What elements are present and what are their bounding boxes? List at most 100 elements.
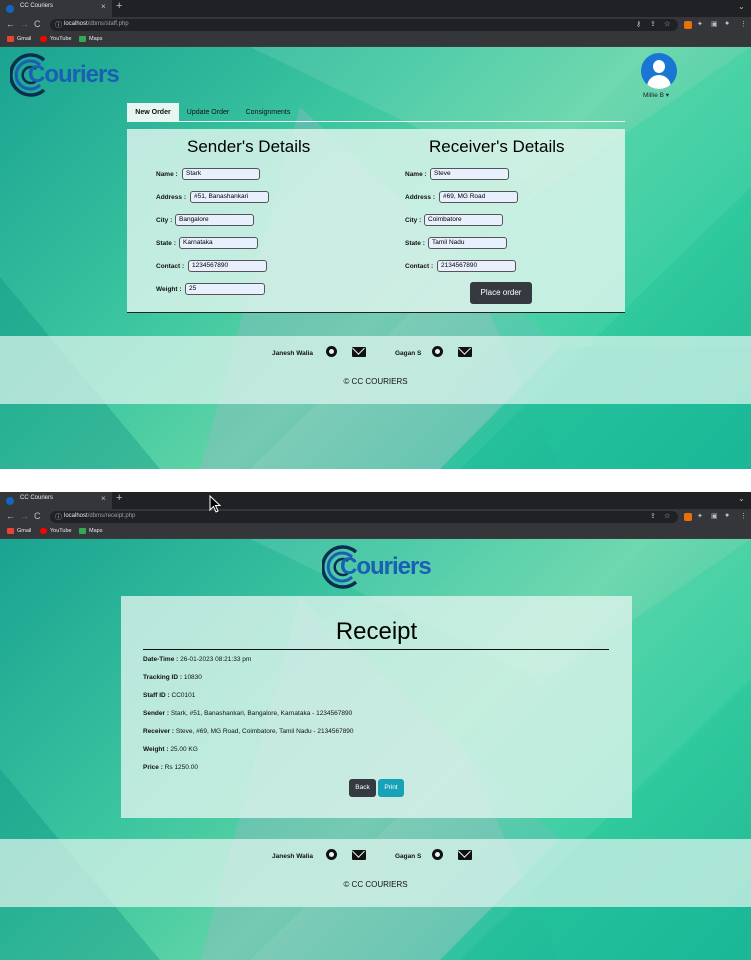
avatar-head — [653, 60, 665, 73]
row-label: Price : — [143, 764, 163, 771]
receiver-address-input[interactable]: #69, MG Road — [439, 191, 518, 203]
side-panel-icon[interactable]: ▣ — [711, 20, 718, 28]
forward-arrow-icon[interactable]: → — [20, 511, 29, 521]
reload-icon[interactable]: C — [34, 19, 41, 29]
browser-tab-strip: CC Couriers × + ⌄ — [0, 492, 751, 509]
place-order-button[interactable]: Place order — [470, 282, 532, 304]
print-button[interactable]: Print — [378, 779, 404, 797]
github-icon[interactable] — [326, 849, 337, 860]
sender-state-label: State : — [156, 240, 176, 247]
new-tab-button[interactable]: + — [116, 492, 122, 504]
close-icon[interactable]: × — [101, 494, 106, 503]
row-value: 26-01-2023 08:21:33 pm — [180, 656, 252, 663]
bookmark-label: Maps — [89, 36, 103, 42]
receiver-contact-input[interactable]: 2134567890 — [437, 260, 516, 272]
row-label: Sender : — [143, 710, 170, 717]
browser-tab[interactable]: CC Couriers × — [0, 0, 112, 17]
address-bar[interactable]: ⓘ localhost/dbms/receipt.php ⇪ ☆ — [50, 511, 678, 523]
mail-icon[interactable] — [458, 347, 472, 357]
sender-address-input[interactable]: #51, Banashankari — [190, 191, 269, 203]
staff-page-screenshot: CC Couriers × + ⌄ ← → C ⓘ localhost/dbms… — [0, 0, 751, 469]
sender-name-input[interactable]: Stark — [182, 168, 260, 180]
tab-new-order[interactable]: New Order — [127, 103, 179, 122]
star-icon[interactable]: ☆ — [664, 512, 670, 520]
sender-state-input[interactable]: Karnataka — [179, 237, 258, 249]
puzzle-icon[interactable]: ✦ — [697, 512, 703, 520]
puzzle-icon[interactable]: ✦ — [697, 20, 703, 28]
site-info-icon[interactable]: ⓘ — [55, 20, 62, 30]
back-arrow-icon[interactable]: ← — [6, 511, 15, 521]
receipt-datetime: Date-Time : 26-01-2023 08:21:33 pm — [143, 656, 251, 663]
mail-icon[interactable] — [458, 850, 472, 860]
receiver-city-input[interactable]: Coimbatore — [424, 214, 503, 226]
sender-city-input[interactable]: Bangalore — [175, 214, 254, 226]
bookmark-label: YouTube — [50, 36, 72, 42]
bookmark-maps[interactable]: Maps — [79, 528, 102, 534]
row-label: Receiver : — [143, 728, 175, 735]
extension-icon[interactable] — [684, 21, 692, 29]
sender-contact-input[interactable]: 1234567890 — [188, 260, 267, 272]
bookmark-maps[interactable]: Maps — [79, 36, 102, 42]
youtube-icon — [40, 528, 47, 534]
receipt-price: Price : Rs 1250.00 — [143, 764, 198, 771]
weight-input[interactable]: 25 — [185, 283, 265, 295]
profile-icon[interactable]: ● — [725, 20, 729, 27]
user-menu-toggle[interactable]: Millie B ▾ — [643, 91, 669, 99]
user-name: Millie B — [643, 92, 664, 99]
github-icon[interactable] — [432, 849, 443, 860]
staff-page: Couriers Millie B ▾ New Order Update Ord… — [0, 47, 751, 469]
tab-search-icon[interactable]: ⌄ — [738, 494, 745, 503]
close-icon[interactable]: × — [101, 2, 106, 11]
bookmark-label: Gmail — [17, 528, 32, 534]
github-icon[interactable] — [326, 346, 337, 357]
bookmark-youtube[interactable]: YouTube — [40, 528, 72, 534]
row-value: 25.00 KG — [170, 746, 198, 753]
row-label: Weight : — [143, 746, 169, 753]
mail-icon[interactable] — [352, 850, 366, 860]
side-panel-icon[interactable]: ▣ — [711, 512, 718, 520]
mail-icon[interactable] — [352, 347, 366, 357]
extension-icon[interactable] — [684, 513, 692, 521]
github-icon[interactable] — [432, 346, 443, 357]
bookmark-youtube[interactable]: YouTube — [40, 36, 72, 42]
tab-search-icon[interactable]: ⌄ — [738, 2, 745, 11]
bookmarks-bar: Gmail YouTube Maps — [0, 33, 751, 47]
back-button[interactable]: Back — [349, 779, 376, 797]
new-order-form: Sender's Details Receiver's Details Name… — [127, 129, 625, 313]
receiver-state-input[interactable]: Tamil Nadu — [428, 237, 507, 249]
profile-icon[interactable]: ● — [725, 512, 729, 519]
user-avatar[interactable] — [641, 53, 677, 89]
receiver-name-input[interactable]: Steve — [430, 168, 509, 180]
bookmark-gmail[interactable]: Gmail — [7, 36, 31, 42]
reload-icon[interactable]: C — [34, 511, 41, 521]
maps-icon — [79, 528, 86, 534]
mouse-cursor-icon — [209, 495, 221, 513]
back-arrow-icon[interactable]: ← — [6, 19, 15, 29]
share-icon[interactable]: ⇪ — [650, 512, 656, 520]
kebab-menu-icon[interactable]: ⋮ — [740, 20, 747, 28]
copyright-text: © CC COURIERS — [343, 377, 408, 386]
couriers-logo[interactable]: Couriers — [10, 52, 120, 98]
new-tab-button[interactable]: + — [116, 0, 122, 12]
caret-down-icon: ▾ — [665, 92, 670, 99]
tab-update-order[interactable]: Update Order — [182, 103, 234, 122]
youtube-icon — [40, 36, 47, 42]
author-1-name: Janesh Walia — [272, 853, 313, 860]
row-value: 10830 — [183, 674, 202, 681]
address-bar[interactable]: ⓘ localhost/dbms/staff.php ⚷ ⇪ ☆ — [50, 19, 678, 31]
tab-consignments[interactable]: Consignments — [239, 103, 297, 122]
star-icon[interactable]: ☆ — [664, 20, 670, 28]
browser-tab[interactable]: CC Couriers × — [0, 492, 112, 509]
kebab-menu-icon[interactable]: ⋮ — [740, 512, 747, 520]
forward-arrow-icon[interactable]: → — [20, 19, 29, 29]
tab-title: CC Couriers — [20, 495, 54, 501]
bookmark-gmail[interactable]: Gmail — [7, 528, 31, 534]
share-icon[interactable]: ⇪ — [650, 20, 656, 28]
key-icon[interactable]: ⚷ — [636, 20, 641, 28]
couriers-logo[interactable]: Couriers — [322, 544, 432, 590]
sender-title: Sender's Details — [187, 137, 311, 156]
site-info-icon[interactable]: ⓘ — [55, 512, 62, 522]
browser-toolbar: ← → C ⓘ localhost/dbms/receipt.php ⇪ ☆ ✦… — [0, 509, 751, 525]
receipt-receiver: Receiver : Steve, #69, MG Road, Coimbato… — [143, 728, 354, 735]
receiver-city-label: City : — [405, 217, 422, 224]
